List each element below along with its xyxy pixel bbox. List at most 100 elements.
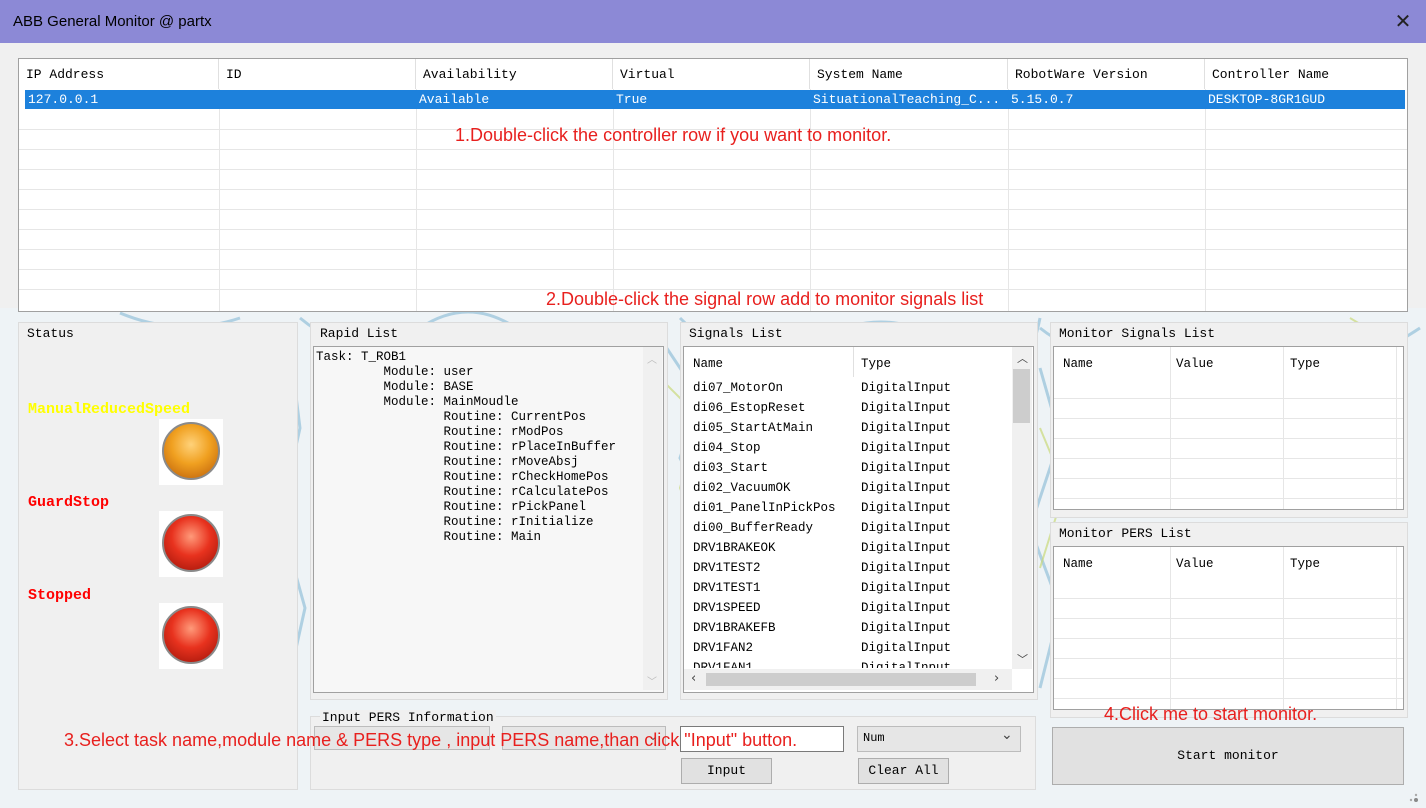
signal-type: DigitalInput bbox=[861, 541, 952, 555]
monitor-pers-header-value[interactable]: Value bbox=[1176, 557, 1214, 571]
cell-controller-name: DESKTOP-8GR1GUD bbox=[1208, 92, 1326, 107]
rapid-tree-node[interactable]: Module: user bbox=[316, 365, 616, 380]
rapid-scrollbar[interactable]: ︿ ﹀ bbox=[643, 347, 662, 690]
rapid-tree-node[interactable]: Routine: CurrentPos bbox=[316, 410, 616, 425]
rapid-tree-node[interactable]: Routine: rInitialize bbox=[316, 515, 616, 530]
signals-scroll-thumb[interactable] bbox=[1013, 369, 1030, 423]
signal-name: di07_MotorOn bbox=[693, 381, 784, 395]
chevron-up-icon[interactable]: ︿ bbox=[1017, 350, 1028, 366]
signals-table[interactable]: Name Type di07_MotorOn DigitalInput di06_E… bbox=[683, 346, 1034, 693]
monitor-signals-header-type[interactable]: Type bbox=[1290, 357, 1320, 371]
signal-type: DigitalInput bbox=[861, 441, 952, 455]
monitor-pers-header-name[interactable]: Name bbox=[1063, 557, 1093, 571]
signals-vscrollbar[interactable]: ︿ ﹀ bbox=[1012, 347, 1032, 669]
rapid-tree-node[interactable]: Module: MainMoudle bbox=[316, 395, 616, 410]
signal-row[interactable]: DRV1FAN1 DigitalInput bbox=[684, 658, 1012, 668]
signal-row[interactable]: di01_PanelInPickPos DigitalInput bbox=[684, 498, 1012, 518]
input-pers-title: Input PERS Information bbox=[320, 710, 496, 725]
window-title: ABB General Monitor @ partx bbox=[13, 13, 212, 30]
chevron-down-icon[interactable]: ﹀ bbox=[647, 673, 657, 688]
column-header-controller-name[interactable]: Controller Name bbox=[1205, 59, 1407, 89]
signal-type: DigitalInput bbox=[861, 421, 952, 435]
chevron-right-icon[interactable]: › bbox=[994, 671, 999, 686]
chevron-down-icon[interactable]: ﹀ bbox=[1017, 651, 1028, 667]
status-title: Status bbox=[27, 326, 74, 341]
signal-type: DigitalInput bbox=[861, 521, 952, 535]
cell-ip: 127.0.0.1 bbox=[28, 92, 99, 107]
signal-row[interactable]: di02_VacuumOK DigitalInput bbox=[684, 478, 1012, 498]
rapid-tree-node[interactable]: Routine: rModPos bbox=[316, 425, 616, 440]
pers-type-select[interactable]: Num ⌄ bbox=[857, 726, 1021, 752]
monitor-pers-title: Monitor PERS List bbox=[1059, 526, 1192, 541]
signal-row[interactable]: DRV1BRAKEOK DigitalInput bbox=[684, 538, 1012, 558]
signals-hscroll-thumb[interactable] bbox=[706, 673, 976, 686]
signal-type: DigitalInput bbox=[861, 621, 952, 635]
signal-type: DigitalInput bbox=[861, 481, 952, 495]
signal-type: DigitalInput bbox=[861, 501, 952, 515]
rapid-tree-node[interactable]: Task: T_ROB1 bbox=[316, 350, 616, 365]
signal-type: DigitalInput bbox=[861, 601, 952, 615]
monitor-signals-header-value[interactable]: Value bbox=[1176, 357, 1214, 371]
signals-hscrollbar[interactable]: ‹ › bbox=[684, 669, 1012, 690]
column-header-availability[interactable]: Availability bbox=[416, 59, 613, 89]
controller-row-selected[interactable]: 127.0.0.1 Available True SituationalTeac… bbox=[25, 90, 1405, 109]
column-header-virtual[interactable]: Virtual bbox=[613, 59, 810, 89]
instruction-note-1: 1.Double-click the controller row if you… bbox=[455, 125, 892, 145]
chevron-left-icon[interactable]: ‹ bbox=[691, 671, 696, 686]
column-header-system-name[interactable]: System Name bbox=[810, 59, 1008, 89]
monitor-signals-table[interactable]: Name Value Type bbox=[1053, 346, 1404, 510]
signals-header-type[interactable]: Type bbox=[861, 357, 891, 371]
clear-all-button[interactable]: Clear All bbox=[858, 758, 949, 784]
signal-row[interactable]: di05_StartAtMain DigitalInput bbox=[684, 418, 1012, 438]
signal-type: DigitalInput bbox=[861, 581, 952, 595]
signal-row[interactable]: di04_Stop DigitalInput bbox=[684, 438, 1012, 458]
signal-row[interactable]: di06_EstopReset DigitalInput bbox=[684, 398, 1012, 418]
signal-row[interactable]: di00_BufferReady DigitalInput bbox=[684, 518, 1012, 538]
rapid-tree[interactable]: Task: T_ROB1 Module: user Module: BASE M… bbox=[313, 346, 664, 693]
signal-name: DRV1TEST2 bbox=[693, 561, 761, 575]
monitor-signals-header-name[interactable]: Name bbox=[1063, 357, 1093, 371]
rapid-tree-node[interactable]: Routine: rPickPanel bbox=[316, 500, 616, 515]
rapid-tree-node[interactable]: Module: BASE bbox=[316, 380, 616, 395]
signal-name: DRV1SPEED bbox=[693, 601, 761, 615]
signal-row[interactable]: DRV1TEST1 DigitalInput bbox=[684, 578, 1012, 598]
signals-header-name[interactable]: Name bbox=[693, 357, 723, 371]
status-panel bbox=[18, 322, 298, 790]
signal-name: DRV1FAN1 bbox=[693, 661, 754, 668]
signal-name: DRV1BRAKEFB bbox=[693, 621, 776, 635]
rapid-tree-node[interactable]: Routine: Main bbox=[316, 530, 616, 545]
rapid-list-title: Rapid List bbox=[320, 326, 399, 341]
signal-row[interactable]: di03_Start DigitalInput bbox=[684, 458, 1012, 478]
input-button[interactable]: Input bbox=[681, 758, 772, 784]
cell-robotware-version: 5.15.0.7 bbox=[1011, 92, 1074, 107]
monitor-pers-table[interactable]: Name Value Type bbox=[1053, 546, 1404, 710]
signal-name: di06_EstopReset bbox=[693, 401, 806, 415]
title-bar bbox=[0, 0, 1426, 43]
start-monitor-button[interactable]: Start monitor bbox=[1052, 727, 1404, 785]
signal-row[interactable]: DRV1BRAKEFB DigitalInput bbox=[684, 618, 1012, 638]
signal-name: DRV1TEST1 bbox=[693, 581, 761, 595]
signal-type: DigitalInput bbox=[861, 641, 952, 655]
signal-type: DigitalInput bbox=[861, 561, 952, 575]
rapid-tree-node[interactable]: Routine: rCheckHomePos bbox=[316, 470, 616, 485]
red-lamp-icon bbox=[159, 603, 223, 669]
resize-grip[interactable] bbox=[1406, 790, 1420, 804]
signal-name: di04_Stop bbox=[693, 441, 761, 455]
rapid-tree-node[interactable]: Routine: rPlaceInBuffer bbox=[316, 440, 617, 455]
column-header-robotware-version[interactable]: RobotWare Version bbox=[1008, 59, 1205, 89]
signals-list-title: Signals List bbox=[689, 326, 783, 341]
signal-row[interactable]: DRV1TEST2 DigitalInput bbox=[684, 558, 1012, 578]
column-header-ip[interactable]: IP Address bbox=[19, 59, 219, 89]
close-icon[interactable]: ✕ bbox=[1390, 8, 1416, 34]
signal-row[interactable]: DRV1FAN2 DigitalInput bbox=[684, 638, 1012, 658]
chevron-down-icon[interactable]: ⌄ bbox=[1001, 727, 1013, 743]
column-header-id[interactable]: ID bbox=[219, 59, 416, 89]
controller-table[interactable]: IP Address ID Availability Virtual Syste… bbox=[18, 58, 1408, 312]
monitor-pers-header-type[interactable]: Type bbox=[1290, 557, 1320, 571]
chevron-up-icon[interactable]: ︿ bbox=[647, 351, 657, 366]
signal-row[interactable]: di07_MotorOn DigitalInput bbox=[684, 378, 1012, 398]
signal-row[interactable]: DRV1SPEED DigitalInput bbox=[684, 598, 1012, 618]
signal-name: di02_VacuumOK bbox=[693, 481, 791, 495]
rapid-tree-node[interactable]: Routine: rMoveAbsj bbox=[316, 455, 616, 470]
rapid-tree-node[interactable]: Routine: rCalculatePos bbox=[316, 485, 616, 500]
